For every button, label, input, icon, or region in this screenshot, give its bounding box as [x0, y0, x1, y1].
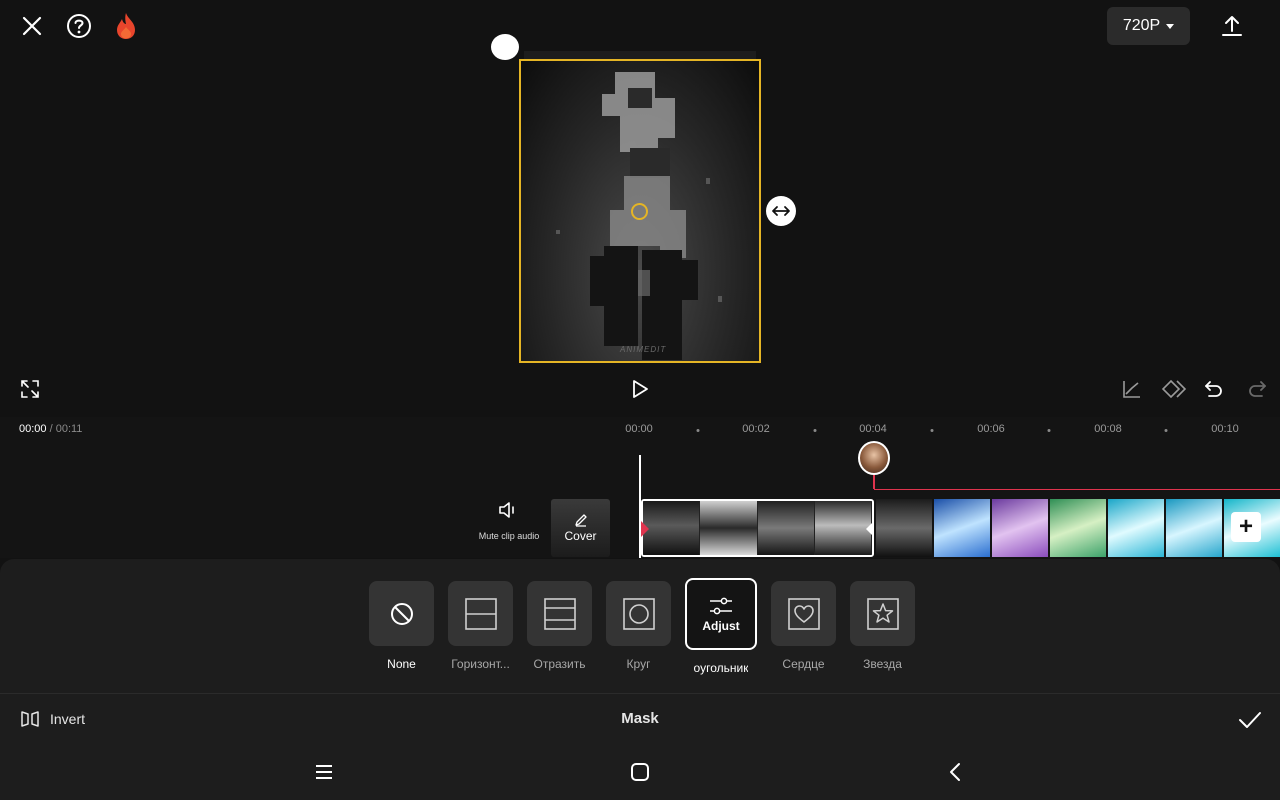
cover-button[interactable]: Cover — [551, 499, 610, 557]
time-readout: 00:00 / 00:11 — [19, 423, 82, 435]
mask-option-label: оугольник — [693, 661, 749, 675]
close-icon[interactable] — [18, 12, 46, 40]
back-icon[interactable] — [943, 760, 967, 784]
clip-thumbnail — [876, 499, 932, 557]
video-watermark: ANIMEDIT — [620, 345, 667, 354]
playhead[interactable] — [639, 455, 641, 558]
tick-dot — [696, 429, 700, 432]
fullscreen-icon[interactable] — [18, 377, 42, 401]
flame-icon[interactable] — [112, 11, 140, 41]
clip-thumbnail — [700, 501, 758, 555]
tick-label: 00:06 — [977, 423, 1005, 435]
tick-label: 00:10 — [1211, 423, 1239, 435]
mask-option-horizontal[interactable]: Горизонт... — [448, 581, 513, 675]
tick-dot — [813, 429, 817, 432]
overlay-avatar[interactable] — [858, 441, 890, 475]
tick-dot — [1164, 429, 1168, 432]
clip-thumbnail — [1108, 499, 1164, 557]
mute-clip-audio-button[interactable]: Mute clip audio — [470, 501, 548, 541]
cover-label: Cover — [564, 529, 597, 543]
resolution-button[interactable]: 720P — [1107, 7, 1190, 45]
clip-trim-end-handle[interactable] — [866, 521, 874, 537]
curve-icon[interactable] — [1120, 377, 1144, 401]
panel-title: Mask — [621, 710, 659, 727]
tick-label: 00:02 — [742, 423, 770, 435]
clip-strip[interactable] — [876, 499, 1280, 557]
mask-option-box-selected[interactable]: Adjust — [685, 578, 757, 650]
mask-option-box[interactable] — [369, 581, 434, 646]
mask-option-label: Звезда — [863, 657, 902, 671]
tick-dot — [930, 429, 934, 432]
adjust-icon — [710, 597, 732, 614]
recents-icon[interactable] — [312, 760, 336, 784]
mask-option-box[interactable] — [771, 581, 836, 646]
total-time: 00:11 — [55, 423, 83, 435]
horizontal-arrows-icon — [772, 206, 790, 216]
clip-thumbnail — [934, 499, 990, 557]
clip-thumbnail — [1050, 499, 1106, 557]
keyframe-icon[interactable] — [1160, 377, 1188, 401]
circle-icon — [622, 597, 655, 630]
mask-option-circle[interactable]: Круг — [606, 581, 671, 675]
time-separator: / — [46, 423, 56, 435]
mask-option-mirror[interactable]: Отразить — [527, 581, 592, 675]
export-icon[interactable] — [1218, 12, 1246, 40]
mask-width-handle[interactable] — [766, 196, 796, 226]
clip-thumbnail — [814, 501, 872, 555]
resolution-label: 720P — [1122, 17, 1161, 34]
confirm-check-icon[interactable] — [1237, 707, 1263, 733]
tick-label: 00:00 — [625, 423, 653, 435]
mask-option-box[interactable] — [850, 581, 915, 646]
clip-thumbnail — [992, 499, 1048, 557]
mask-shape-list: None Горизонт... Отразить Круг Adjust оу… — [369, 578, 915, 675]
help-icon[interactable] — [65, 12, 93, 40]
mask-option-box[interactable] — [448, 581, 513, 646]
mask-option-label: Отразить — [533, 657, 586, 671]
caret-down-icon — [1166, 23, 1175, 29]
overlay-track-line[interactable] — [874, 489, 1280, 490]
mask-option-rectangle[interactable]: Adjust оугольник — [685, 578, 757, 675]
mask-option-label: Сердце — [782, 657, 825, 671]
horizontal-icon — [464, 597, 497, 630]
add-clip-button[interactable]: + — [1231, 512, 1261, 542]
tick-dot — [1047, 429, 1051, 432]
star-icon — [866, 597, 899, 630]
clip-thumbnail — [643, 501, 701, 555]
clip-thumbnail — [1166, 499, 1222, 557]
edit-pencil-icon — [574, 514, 587, 527]
mask-option-label: Горизонт... — [451, 657, 510, 671]
current-time: 00:00 — [19, 423, 47, 435]
playback-controls — [0, 372, 1280, 416]
clip-trim-start-handle[interactable] — [641, 521, 649, 537]
tick-label: 00:08 — [1094, 423, 1122, 435]
home-icon[interactable] — [628, 760, 652, 784]
mask-option-box[interactable] — [606, 581, 671, 646]
mask-option-star[interactable]: Звезда — [850, 581, 915, 675]
mask-option-label: Круг — [626, 657, 651, 671]
undo-icon[interactable] — [1202, 377, 1226, 401]
panel-divider — [0, 693, 1280, 694]
redo-icon[interactable] — [1245, 377, 1269, 401]
adjust-overlay-label: Adjust — [702, 618, 740, 633]
selected-clip[interactable] — [641, 499, 874, 557]
timeline[interactable]: 00:00 / 00:11 00:00 00:02 00:04 00:06 00… — [0, 417, 1280, 558]
system-nav-bar — [0, 742, 1280, 800]
mute-clip-audio-label: Mute clip audio — [478, 531, 540, 541]
heart-icon — [787, 597, 820, 630]
mirror-icon — [543, 597, 576, 630]
speaker-muted-icon — [499, 502, 514, 518]
none-icon — [390, 602, 413, 625]
mask-option-box[interactable] — [527, 581, 592, 646]
mask-option-heart[interactable]: Сердце — [771, 581, 836, 675]
overlay-track-marker — [873, 475, 875, 489]
rotate-handle[interactable] — [491, 34, 519, 60]
mask-option-label: None — [387, 657, 416, 671]
play-icon[interactable] — [628, 377, 652, 401]
clip-thumbnail — [757, 501, 815, 555]
tick-label: 00:04 — [859, 423, 887, 435]
mask-option-none[interactable]: None — [369, 581, 434, 675]
top-bar: 720P — [0, 0, 1280, 52]
mask-center-handle[interactable] — [631, 203, 648, 220]
